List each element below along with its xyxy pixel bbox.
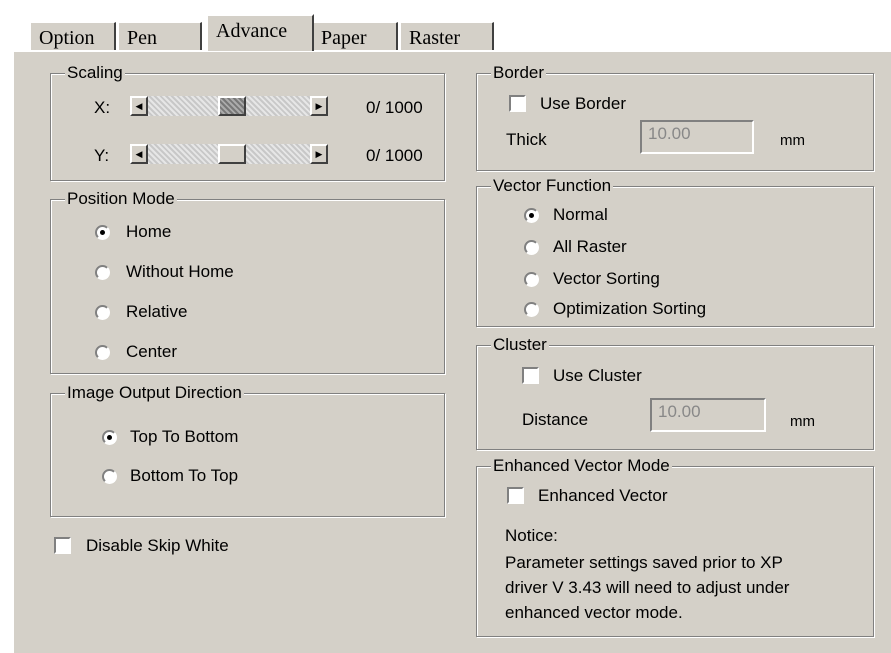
scaling-x-thumb[interactable] <box>218 96 246 116</box>
position-mode-group: Position Mode <box>50 189 445 374</box>
image-output-direction-title: Image Output Direction <box>65 383 244 403</box>
optimization-sorting-radio[interactable] <box>524 302 539 317</box>
position-relative-label[interactable]: Relative <box>126 302 187 322</box>
top-to-bottom-label[interactable]: Top To Bottom <box>130 427 238 447</box>
distance-input[interactable]: 10.00 <box>650 398 766 432</box>
thick-unit: mm <box>780 132 805 149</box>
use-cluster-checkbox[interactable] <box>522 367 539 384</box>
scroll-left-arrow-icon[interactable]: ◀ <box>130 96 148 116</box>
thick-label: Thick <box>506 130 547 149</box>
enhanced-vector-mode-title: Enhanced Vector Mode <box>491 456 672 476</box>
enhanced-vector-label[interactable]: Enhanced Vector <box>538 486 667 506</box>
scaling-y-value: 0/ 1000 <box>366 146 423 165</box>
scroll-right-arrow-icon[interactable]: ▶ <box>310 144 328 164</box>
image-output-direction-group: Image Output Direction <box>50 383 445 517</box>
optimization-sorting-label[interactable]: Optimization Sorting <box>553 299 706 319</box>
position-home-label[interactable]: Home <box>126 222 171 242</box>
use-cluster-label[interactable]: Use Cluster <box>553 366 642 386</box>
disable-skip-white-checkbox[interactable] <box>54 537 71 554</box>
tab-option[interactable]: Option <box>30 22 116 52</box>
vector-normal-radio[interactable] <box>524 208 539 223</box>
advance-settings-dialog: Option Pen Advance Paper Raster Scaling … <box>0 0 891 653</box>
bottom-to-top-label[interactable]: Bottom To Top <box>130 466 238 486</box>
cluster-title: Cluster <box>491 335 549 355</box>
scroll-right-arrow-icon[interactable]: ▶ <box>310 96 328 116</box>
notice-title: Notice: <box>505 526 558 545</box>
thick-input[interactable]: 10.00 <box>640 120 754 154</box>
scaling-y-label: Y: <box>94 146 110 165</box>
position-relative-radio[interactable] <box>95 305 110 320</box>
notice-line-1: Parameter settings saved prior to XP <box>505 553 783 572</box>
position-without-home-label[interactable]: Without Home <box>126 262 234 282</box>
position-home-radio[interactable] <box>95 225 110 240</box>
scaling-title: Scaling <box>65 63 125 83</box>
notice-line-2: driver V 3.43 will need to adjust under <box>505 578 790 597</box>
tab-pen[interactable]: Pen <box>118 22 202 52</box>
top-to-bottom-radio[interactable] <box>102 430 117 445</box>
border-title: Border <box>491 63 547 83</box>
enhanced-vector-checkbox[interactable] <box>507 487 524 504</box>
tab-advance[interactable]: Advance <box>206 14 314 51</box>
tab-raster[interactable]: Raster <box>400 22 494 52</box>
scaling-y-thumb[interactable] <box>218 144 246 164</box>
vector-normal-label[interactable]: Normal <box>553 205 608 225</box>
tab-paper[interactable]: Paper <box>312 22 398 52</box>
position-without-home-radio[interactable] <box>95 265 110 280</box>
use-border-label[interactable]: Use Border <box>540 94 626 114</box>
distance-unit: mm <box>790 413 815 430</box>
vector-function-title: Vector Function <box>491 176 614 196</box>
scaling-x-value: 0/ 1000 <box>366 98 423 117</box>
scaling-x-label: X: <box>94 98 111 117</box>
use-border-checkbox[interactable] <box>509 95 526 112</box>
position-mode-title: Position Mode <box>65 189 177 209</box>
vector-all-raster-label[interactable]: All Raster <box>553 237 627 257</box>
position-center-label[interactable]: Center <box>126 342 177 362</box>
distance-label: Distance <box>522 410 589 429</box>
vector-sorting-label[interactable]: Vector Sorting <box>553 269 660 289</box>
disable-skip-white-label[interactable]: Disable Skip White <box>86 536 229 556</box>
scroll-left-arrow-icon[interactable]: ◀ <box>130 144 148 164</box>
vector-all-raster-radio[interactable] <box>524 240 539 255</box>
vector-sorting-radio[interactable] <box>524 272 539 287</box>
position-center-radio[interactable] <box>95 345 110 360</box>
bottom-to-top-radio[interactable] <box>102 469 117 484</box>
notice-line-3: enhanced vector mode. <box>505 603 683 622</box>
